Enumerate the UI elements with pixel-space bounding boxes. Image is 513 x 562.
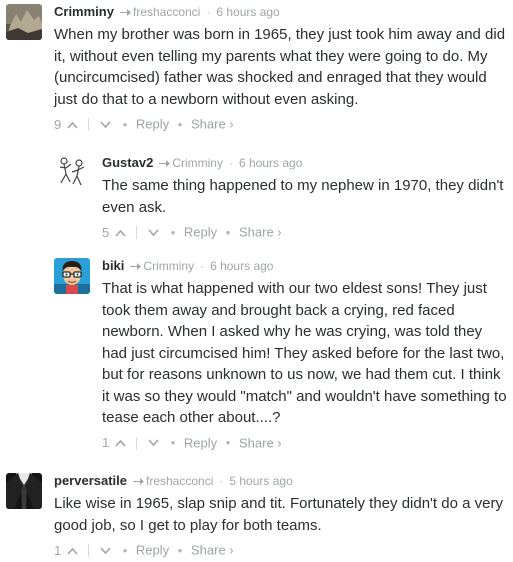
share-link[interactable]: Share › bbox=[239, 225, 282, 240]
reply-arrow-icon bbox=[159, 160, 171, 168]
comment-body: Like wise in 1965, slap snip and tit. Fo… bbox=[54, 495, 503, 534]
vote-divider bbox=[88, 544, 90, 558]
comment-footer: 1 • Reply • Share › bbox=[102, 434, 507, 452]
upvote-icon[interactable] bbox=[115, 439, 126, 447]
comment-footer: 1 • Reply • Share › bbox=[54, 541, 507, 559]
reply-link[interactable]: Reply bbox=[136, 117, 169, 132]
vote-count: 5 bbox=[102, 224, 110, 240]
reply-arrow-icon bbox=[119, 9, 131, 17]
vote-count: 9 bbox=[54, 116, 62, 132]
downvote-icon[interactable] bbox=[148, 229, 159, 237]
comment-footer: 9 • Reply • Share › bbox=[54, 115, 507, 133]
comment-content: biki Crimminy · 6 hours ago That is what ha… bbox=[102, 258, 507, 452]
avatar[interactable] bbox=[6, 473, 42, 509]
author-name[interactable]: biki bbox=[102, 258, 124, 273]
avatar[interactable] bbox=[54, 155, 90, 191]
separator-dot: • bbox=[177, 116, 183, 132]
timestamp[interactable]: 6 hours ago bbox=[216, 5, 279, 19]
separator-dot: · bbox=[200, 259, 205, 273]
separator-dot: • bbox=[177, 542, 183, 558]
separator-dot: · bbox=[206, 5, 211, 19]
reply-arrow-icon bbox=[133, 478, 144, 486]
comment-body: That is what happened with our two eldes… bbox=[102, 280, 507, 426]
downvote-icon[interactable] bbox=[100, 121, 111, 129]
timestamp[interactable]: 6 hours ago bbox=[239, 156, 302, 170]
separator-dot: • bbox=[225, 224, 231, 240]
share-link[interactable]: Share › bbox=[191, 117, 234, 132]
vote-count: 1 bbox=[54, 542, 62, 558]
separator-dot: • bbox=[170, 224, 176, 240]
comment-header: Gustav2 Crimminy · 6 hours ago bbox=[102, 155, 507, 173]
separator-dot: • bbox=[225, 435, 231, 451]
vote-divider bbox=[88, 118, 90, 132]
comment-content: Gustav2 Crimminy · 6 hours ago The same thi… bbox=[102, 155, 507, 241]
comment-header: biki Crimminy · 6 hours ago bbox=[102, 258, 507, 276]
timestamp[interactable]: 6 hours ago bbox=[210, 259, 273, 273]
avatar[interactable] bbox=[6, 4, 42, 40]
upvote-icon[interactable] bbox=[67, 121, 78, 129]
share-link[interactable]: Share › bbox=[239, 435, 282, 450]
separator-dot: • bbox=[122, 116, 128, 132]
reply-arrow-icon bbox=[130, 263, 142, 271]
vote-count: 1 bbox=[102, 435, 110, 451]
parent-author-link[interactable]: freshacconci bbox=[133, 5, 200, 19]
parent-author-link[interactable]: Crimminy bbox=[172, 156, 223, 170]
comment-content: Crimminy freshacconci · 6 hours ago When my… bbox=[54, 4, 507, 133]
reply-link[interactable]: Reply bbox=[136, 543, 169, 558]
comment-footer: 5 • Reply • Share › bbox=[102, 223, 507, 241]
comment-body: The same thing happened to my nephew in … bbox=[102, 177, 504, 216]
separator-dot: • bbox=[170, 435, 176, 451]
vote-divider bbox=[136, 436, 138, 450]
share-link[interactable]: Share › bbox=[191, 543, 234, 558]
comment-body: When my brother was born in 1965, they j… bbox=[54, 26, 506, 108]
downvote-icon[interactable] bbox=[148, 439, 159, 447]
author-name[interactable]: Gustav2 bbox=[102, 155, 153, 170]
reply-link[interactable]: Reply bbox=[184, 225, 217, 240]
vote-divider bbox=[136, 226, 138, 240]
parent-author-link[interactable]: Crimminy bbox=[143, 259, 194, 273]
comment-content: perversatile freshacconci · 5 hours ago Lik… bbox=[54, 473, 507, 559]
author-name[interactable]: Crimminy bbox=[54, 4, 114, 19]
separator-dot: · bbox=[228, 156, 233, 170]
comment-header: Crimminy freshacconci · 6 hours ago bbox=[54, 4, 507, 22]
timestamp[interactable]: 5 hours ago bbox=[229, 474, 292, 488]
author-name[interactable]: perversatile bbox=[54, 473, 127, 488]
parent-author-link[interactable]: freshacconci bbox=[146, 474, 213, 488]
upvote-icon[interactable] bbox=[115, 229, 126, 237]
reply-link[interactable]: Reply bbox=[184, 435, 217, 450]
comment-header: perversatile freshacconci · 5 hours ago bbox=[54, 473, 507, 491]
downvote-icon[interactable] bbox=[100, 547, 111, 555]
upvote-icon[interactable] bbox=[67, 547, 78, 555]
separator-dot: · bbox=[219, 474, 224, 488]
avatar[interactable] bbox=[54, 258, 90, 294]
separator-dot: • bbox=[122, 542, 128, 558]
